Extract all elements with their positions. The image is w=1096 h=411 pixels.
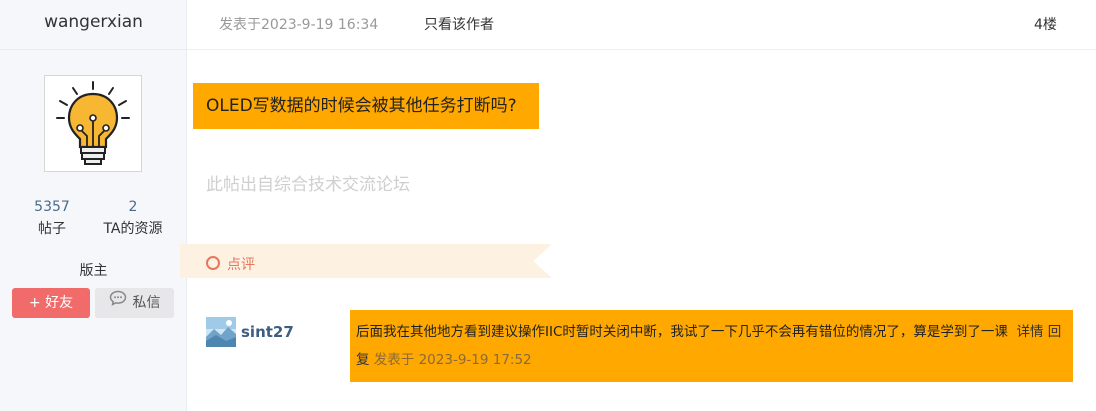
posts-count: 5357 [34, 199, 70, 215]
comment-text: 后面我在其他地方看到建议操作IIC时暂时关闭中断，我试了一下几乎不会再有错位的情… [356, 324, 1008, 340]
post-time: 发表于2023-9-19 16:34 [219, 17, 379, 33]
lightbulb-icon [56, 81, 130, 165]
posts-label: 帖子 [38, 221, 66, 237]
chat-bubble-icon [109, 287, 127, 317]
source-note: 此帖出自综合技术交流论坛 [206, 175, 410, 195]
author-sidebar: wangerxian 5357 帖子 2 TA的资源 版主 + 好友 私信 [0, 0, 187, 411]
private-message-button[interactable]: 私信 [95, 288, 174, 318]
post-header-divider [187, 49, 1096, 50]
post-title: OLED写数据的时候会被其他任务打断吗? [193, 83, 539, 129]
author-role: 版主 [79, 263, 108, 279]
comment-content: 后面我在其他地方看到建议操作IIC时暂时关闭中断，我试了一下几乎不会再有错位的情… [350, 310, 1073, 382]
comment-detail-link[interactable]: 详情 [1016, 324, 1043, 340]
author-name[interactable]: wangerxian [0, 12, 187, 32]
author-avatar[interactable] [44, 75, 142, 172]
posts-stat[interactable]: 5357 帖子 [12, 199, 92, 237]
floor-number[interactable]: 4楼 [1034, 14, 1057, 34]
sidebar-divider [0, 49, 187, 50]
commenter-avatar[interactable] [206, 317, 236, 347]
resources-stat[interactable]: 2 TA的资源 [93, 199, 173, 237]
only-author-link[interactable]: 只看该作者 [424, 14, 494, 34]
comment-label[interactable]: 点评 [227, 254, 255, 274]
comment-circle-icon [206, 256, 220, 270]
resources-label: TA的资源 [103, 221, 163, 237]
comment-timestamp: 发表于 2023-9-19 17:52 [373, 352, 532, 368]
private-message-label: 私信 [132, 295, 161, 311]
add-friend-button[interactable]: + 好友 [12, 288, 90, 318]
commenter-name[interactable]: sint27 [241, 323, 294, 341]
resources-count: 2 [128, 199, 138, 215]
